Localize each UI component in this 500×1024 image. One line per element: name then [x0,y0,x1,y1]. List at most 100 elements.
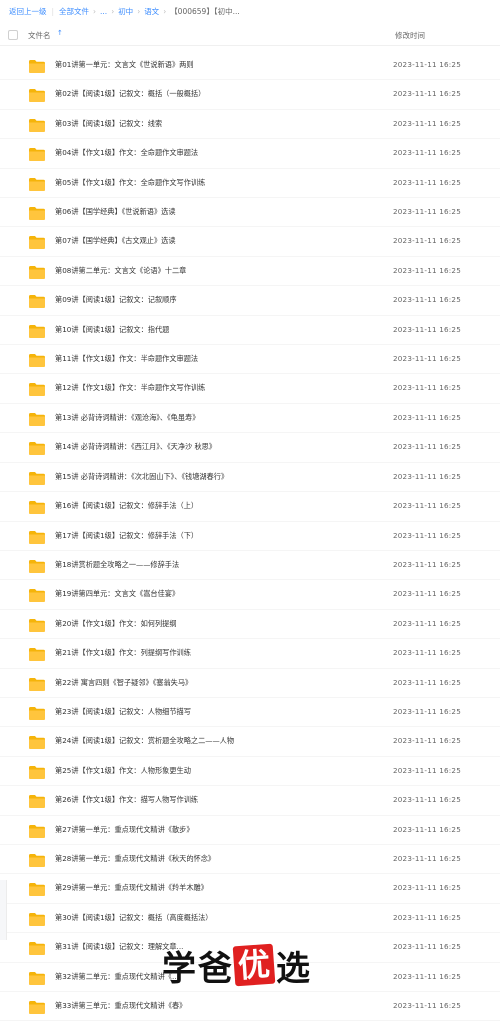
watermark-char: 爸 [198,948,232,989]
modified-time: 2023-11-11 16:25 [393,236,461,246]
file-name[interactable]: 第01讲第一单元：文言文《世说新语》两则 [55,60,194,70]
file-name[interactable]: 第13讲 必背诗词精讲：《观沧海》、《龟虽寿》 [55,413,199,423]
file-row[interactable]: 第12讲【作文1级】作文：半命题作文写作训练 2023-11-11 16:25 [0,374,500,404]
back-link[interactable]: 返回上一级 [9,6,47,17]
watermark-char: 学 [162,948,196,989]
file-name[interactable]: 第14讲 必背诗词精讲：《西江月》、《天净沙 秋思》 [55,442,216,452]
chevron-right-icon: › [163,6,167,16]
file-row[interactable]: 第22讲 寓言四则《智子疑邻》《塞翁失马》 2023-11-11 16:25 [0,669,500,698]
modified-time: 2023-11-11 16:25 [393,883,461,893]
file-row[interactable]: 第06讲【国学经典】《世说新语》选读 2023-11-11 16:25 [0,198,500,228]
file-row[interactable]: 第25讲【作文1级】作文：人物形象更生动 2023-11-11 16:25 [0,757,500,787]
file-name[interactable]: 第29讲第一单元：重点现代文精讲《羚羊木雕》 [55,883,208,893]
file-name[interactable]: 第17讲【阅读1级】记叙文：修辞手法（下） [55,531,198,541]
file-name[interactable]: 第25讲【作文1级】作文：人物形象更生动 [55,766,191,776]
modified-time: 2023-11-11 16:25 [393,207,461,217]
file-row[interactable]: 第08讲第二单元：文言文《论语》十二章 2023-11-11 16:25 [0,257,500,287]
folder-icon [29,558,45,573]
file-name[interactable]: 第10讲【阅读1级】记叙文：指代题 [55,325,169,335]
file-row[interactable]: 第21讲【作文1级】作文：列提纲写作训练 2023-11-11 16:25 [0,639,500,669]
file-name[interactable]: 第15讲 必背诗词精讲：《次北固山下》、《钱塘湖春行》 [55,472,228,482]
file-row[interactable]: 第03讲【阅读1级】记叙文：线索 2023-11-11 16:25 [0,110,500,140]
file-name[interactable]: 第18讲赏析题全攻略之一——修辞手法 [55,560,179,570]
modified-time: 2023-11-11 16:25 [393,912,461,922]
file-row[interactable]: 第04讲【作文1级】作文：全命题作文审题法 2023-11-11 16:25 [0,139,500,169]
file-name[interactable]: 第06讲【国学经典】《世说新语》选读 [55,207,176,217]
file-row[interactable]: 第29讲第一单元：重点现代文精讲《羚羊木雕》 2023-11-11 16:25 [0,874,500,904]
file-name[interactable]: 第12讲【作文1级】作文：半命题作文写作训练 [55,383,205,393]
file-name[interactable]: 第07讲【国学经典】《古文观止》选读 [55,236,176,246]
breadcrumb-all-files[interactable]: 全部文件 [59,6,89,17]
file-row[interactable]: 第15讲 必背诗词精讲：《次北固山下》、《钱塘湖春行》 2023-11-11 16… [0,463,500,493]
modified-time: 2023-11-11 16:25 [393,89,461,99]
file-row[interactable]: 第24讲【阅读1级】记叙文：赏析题全攻略之二——人物 2023-11-11 16:… [0,727,500,757]
column-header-name[interactable]: 文件名 [28,30,51,41]
file-row[interactable]: 第11讲【作文1级】作文：半命题作文审题法 2023-11-11 16:25 [0,345,500,375]
file-row[interactable]: 第30讲【阅读1级】记叙文：概括（高度概括法） 2023-11-11 16:25 [0,904,500,934]
sort-arrow-icon[interactable]: ↑ [57,29,63,37]
file-row[interactable]: 第13讲 必背诗词精讲：《观沧海》、《龟虽寿》 2023-11-11 16:25 [0,404,500,434]
file-name[interactable]: 第08讲第二单元：文言文《论语》十二章 [55,266,186,276]
watermark-seal: 优 [232,943,276,987]
file-row[interactable]: 第01讲第一单元：文言文《世说新语》两则 2023-11-11 16:25 [0,51,500,81]
breadcrumb-ellipsis[interactable]: ... [100,7,107,16]
file-name[interactable]: 第26讲【作文1级】作文：描写人物写作训练 [55,795,198,805]
file-row[interactable]: 第07讲【国学经典】《古文观止》选读 2023-11-11 16:25 [0,227,500,257]
modified-time: 2023-11-11 16:25 [393,177,461,187]
modified-time: 2023-11-11 16:25 [393,383,461,393]
folder-icon [29,587,45,603]
file-name[interactable]: 第11讲【作文1级】作文：半命题作文审题法 [55,354,198,364]
file-row[interactable]: 第33讲第三单元：重点现代文精讲《春》 2023-11-11 16:25 [0,992,500,1022]
modified-time: 2023-11-11 16:25 [393,1001,461,1010]
file-name[interactable]: 第04讲【作文1级】作文：全命题作文审题法 [55,148,198,158]
file-name[interactable]: 第19讲第四单元：文言文《嵩台佳宴》 [55,589,179,599]
file-name[interactable]: 第05讲【作文1级】作文：全命题作文写作训练 [55,178,205,188]
modified-time: 2023-11-11 16:25 [393,765,461,775]
file-name[interactable]: 第21讲【作文1级】作文：列提纲写作训练 [55,648,191,658]
file-name[interactable]: 第03讲【阅读1级】记叙文：线索 [55,119,162,129]
file-row[interactable]: 第18讲赏析题全攻略之一——修辞手法 2023-11-11 16:25 [0,551,500,581]
folder-icon [29,440,45,456]
file-row[interactable]: 第20讲【作文1级】作文：如何列提纲 2023-11-11 16:25 [0,610,500,640]
file-name[interactable]: 第28讲第一单元：重点现代文精讲《秋天的怀念》 [55,854,215,864]
file-name[interactable]: 第20讲【作文1级】作文：如何列提纲 [55,619,177,629]
file-row[interactable]: 第10讲【阅读1级】记叙文：指代题 2023-11-11 16:25 [0,316,500,346]
file-row[interactable]: 第02讲【阅读1级】记叙文：概括（一般概括） 2023-11-11 16:25 [0,80,500,110]
file-name[interactable]: 第02讲【阅读1级】记叙文：概括（一般概括） [55,89,205,99]
file-name[interactable]: 第30讲【阅读1级】记叙文：概括（高度概括法） [55,913,212,923]
breadcrumb: 返回上一级 | 全部文件 › ... › 初中 › 语文 › 【000659】【… [0,0,500,22]
modified-time: 2023-11-11 16:25 [393,971,461,981]
breadcrumb-level1[interactable]: 初中 [118,6,133,17]
folder-icon [29,264,45,279]
select-all-checkbox[interactable] [8,30,18,40]
file-row[interactable]: 第27讲第一单元：重点现代文精讲《散步》 2023-11-11 16:25 [0,816,500,845]
file-name[interactable]: 第09讲【阅读1级】记叙文：记叙顺序 [55,295,177,305]
modified-time: 2023-11-11 16:25 [393,853,461,863]
file-name[interactable]: 第16讲【阅读1级】记叙文：修辞手法（上） [55,501,198,511]
folder-icon [29,764,45,779]
divider: | [51,6,55,16]
file-row[interactable]: 第09讲【阅读1级】记叙文：记叙顺序 2023-11-11 16:25 [0,286,500,316]
file-name[interactable]: 第32讲第二单元：重点现代文精讲《... [55,972,179,982]
modified-time: 2023-11-11 16:25 [393,265,461,275]
file-row[interactable]: 第23讲【阅读1级】记叙文：人物细节描写 2023-11-11 16:25 [0,698,500,728]
file-row[interactable]: 第26讲【作文1级】作文：描写人物写作训练 2023-11-11 16:25 [0,786,500,816]
modified-time: 2023-11-11 16:25 [393,501,461,511]
file-row[interactable]: 第14讲 必背诗词精讲：《西江月》、《天净沙 秋思》 2023-11-11 16:… [0,433,500,463]
modified-time: 2023-11-11 16:25 [393,559,461,569]
file-row[interactable]: 第19讲第四单元：文言文《嵩台佳宴》 2023-11-11 16:25 [0,580,500,610]
file-name[interactable]: 第27讲第一单元：重点现代文精讲《散步》 [55,825,194,835]
file-list-header: 文件名 ↑ 修改时间 [0,24,500,46]
folder-icon [29,823,45,838]
file-row[interactable]: 第05讲【作文1级】作文：全命题作文写作训练 2023-11-11 16:25 [0,169,500,199]
file-name[interactable]: 第24讲【阅读1级】记叙文：赏析题全攻略之二——人物 [55,736,234,746]
file-row[interactable]: 第16讲【阅读1级】记叙文：修辞手法（上） 2023-11-11 16:25 [0,492,500,522]
file-name[interactable]: 第33讲第三单元：重点现代文精讲《春》 [55,1001,186,1011]
file-name[interactable]: 第22讲 寓言四则《智子疑邻》《塞翁失马》 [55,678,192,688]
breadcrumb-level2[interactable]: 语文 [144,6,159,17]
file-name[interactable]: 第23讲【阅读1级】记叙文：人物细节描写 [55,707,191,717]
file-row[interactable]: 第28讲第一单元：重点现代文精讲《秋天的怀念》 2023-11-11 16:25 [0,845,500,875]
folder-icon [29,911,45,926]
column-header-time[interactable]: 修改时间 [395,30,425,41]
file-row[interactable]: 第17讲【阅读1级】记叙文：修辞手法（下） 2023-11-11 16:25 [0,522,500,551]
